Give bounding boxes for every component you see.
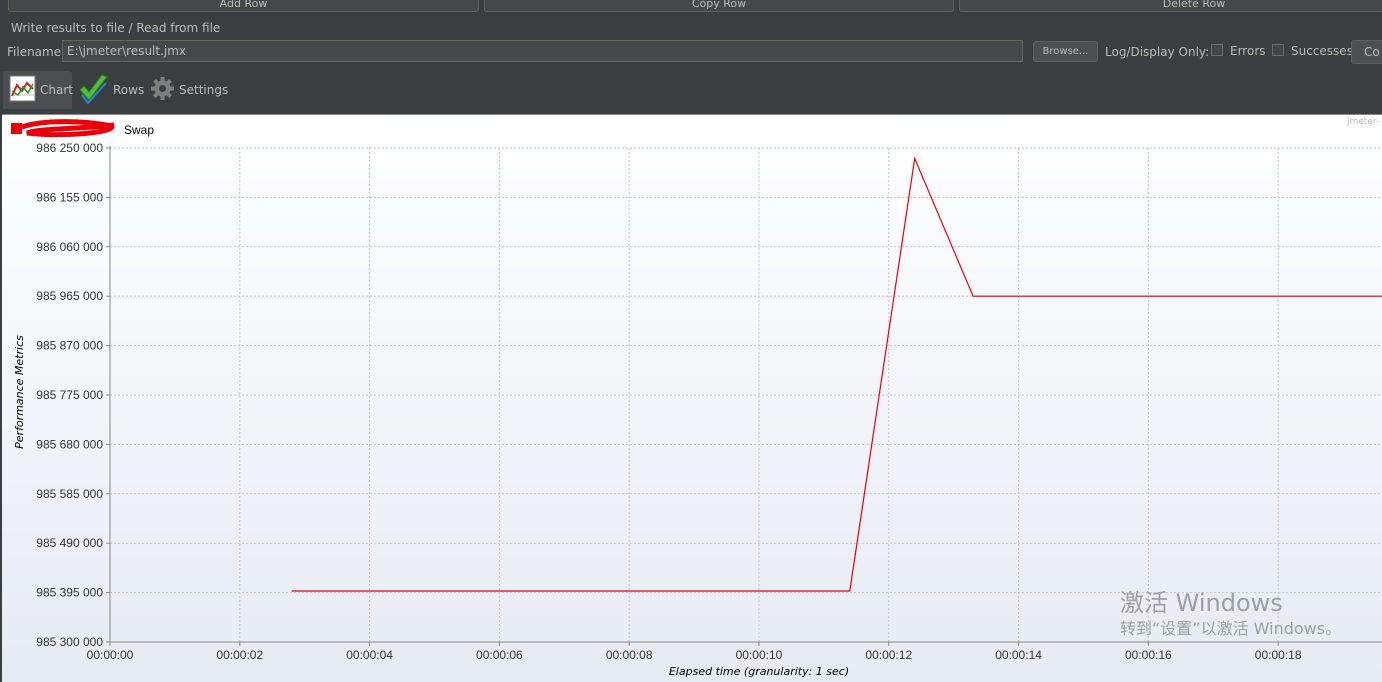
browse-button[interactable]: Browse... [1033, 41, 1098, 62]
filename-input[interactable]: E:\jmeter\result.jmx [62, 40, 1023, 62]
y-tick-label: 985 870 000 [36, 339, 103, 353]
y-tick-label: 986 060 000 [36, 240, 103, 254]
successes-label: Successes [1291, 44, 1353, 58]
successes-checkbox[interactable] [1272, 44, 1284, 56]
y-axis-label: Performance Metrics [13, 335, 26, 449]
x-axis-label: Elapsed time (granularity: 1 sec) [669, 665, 849, 678]
tab-rows[interactable]: Rows [78, 71, 148, 109]
tab-label: Chart [40, 83, 73, 97]
y-tick-label: 986 250 000 [36, 141, 103, 155]
add-row-button[interactable]: Add Row [8, 0, 479, 12]
tab-chart[interactable]: Chart [3, 71, 73, 109]
tab-label: Rows [113, 83, 145, 97]
y-tick-label: 985 300 000 [36, 635, 103, 649]
copy-row-button[interactable]: Copy Row [484, 0, 954, 12]
chart-corner-text: jmeter- [1346, 117, 1379, 127]
y-tick-label: 985 965 000 [36, 289, 103, 303]
gear-icon [150, 76, 179, 104]
x-tick-label: 00:00:12 [865, 648, 912, 662]
x-tick-label: 00:00:16 [1125, 648, 1172, 662]
y-tick-label: 985 680 000 [36, 437, 103, 451]
legend-label: Swap [124, 123, 154, 137]
delete-row-button[interactable]: Delete Row [959, 0, 1382, 12]
view-tabs: Chart Rows Settings [0, 68, 1382, 114]
tab-label: Settings [179, 83, 229, 97]
file-section-title: Write results to file / Read from file [11, 21, 221, 35]
y-tick-label: 985 775 000 [36, 388, 103, 402]
x-tick-label: 00:00:04 [346, 648, 393, 662]
log-display-only-label: Log/Display Only: [1105, 45, 1210, 59]
x-tick-label: 00:00:02 [216, 648, 263, 662]
errors-label: Errors [1230, 44, 1266, 58]
x-tick-label: 00:00:08 [606, 648, 653, 662]
x-tick-label: 00:00:06 [476, 648, 523, 662]
filename-label: Filename [7, 45, 62, 59]
performance-chart: 986 250 000 986 155 000 986 060 000 985 965… [2, 115, 1382, 682]
x-tick-label: 00:00:18 [1255, 648, 1302, 662]
legend-swatch [11, 123, 22, 134]
x-tick-label: 00:00:10 [736, 648, 783, 662]
x-tick-label: 00:00:00 [87, 648, 134, 662]
tab-settings[interactable]: Settings [150, 71, 230, 109]
y-tick-label: 985 585 000 [36, 487, 103, 501]
x-tick-label: 00:00:14 [995, 648, 1042, 662]
y-tick-label: 985 395 000 [36, 586, 103, 600]
chart-panel: 986 250 000 986 155 000 986 060 000 985 965… [2, 114, 1382, 682]
errors-checkbox[interactable] [1211, 44, 1223, 56]
y-tick-label: 985 490 000 [36, 536, 103, 550]
checkmark-icon [78, 73, 113, 107]
y-tick-label: 986 155 000 [36, 190, 103, 204]
chart-icon [9, 75, 40, 105]
configure-button[interactable]: Co [1351, 40, 1382, 64]
